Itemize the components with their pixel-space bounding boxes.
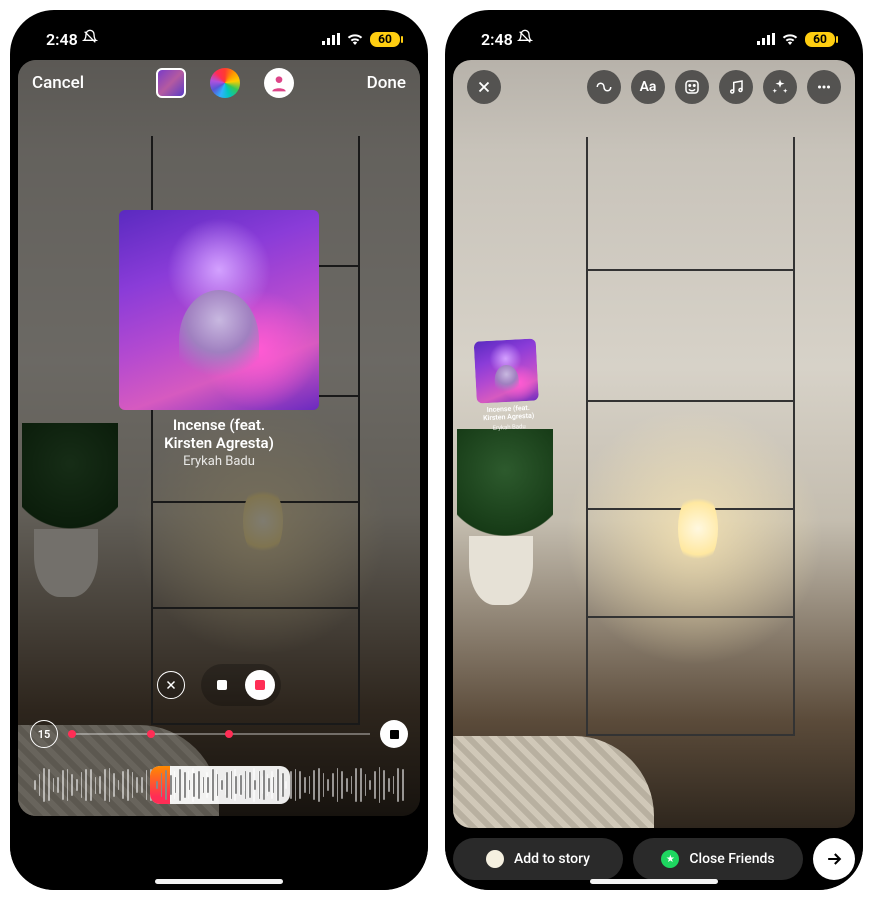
clear-style-button[interactable]: [157, 671, 185, 699]
track-title-line2: Kirsten Agresta): [114, 434, 324, 452]
phone-music-editor: 2:48 60 Cancel: [10, 10, 428, 890]
duration-button[interactable]: 15: [30, 720, 58, 748]
status-bar: 2:48 60: [445, 10, 863, 58]
style-option-a[interactable]: [207, 670, 237, 700]
music-tool-button[interactable]: [719, 70, 753, 104]
album-art: [119, 210, 319, 410]
add-to-story-label: Add to story: [514, 851, 590, 867]
close-button[interactable]: [467, 70, 501, 104]
more-tools-button[interactable]: [807, 70, 841, 104]
waveform-scrubber[interactable]: [30, 762, 408, 808]
album-thumbnail-button[interactable]: [156, 68, 186, 98]
status-time: 2:48: [46, 30, 78, 49]
music-sticker[interactable]: Incense (feat. Kirsten Agresta) Erykah B…: [114, 210, 324, 469]
track-artist: Erykah Badu: [114, 454, 324, 469]
bell-slash-icon: [517, 29, 533, 49]
cancel-button[interactable]: Cancel: [32, 73, 84, 93]
background-photo: [453, 60, 855, 828]
style-option-b[interactable]: [245, 670, 275, 700]
avatar-style-button[interactable]: [264, 68, 294, 98]
sticker-style-toggle: [201, 664, 281, 706]
phone-story-composer: 2:48 60: [445, 10, 863, 890]
color-picker-button[interactable]: [210, 68, 240, 98]
home-indicator: [155, 879, 283, 884]
done-button[interactable]: Done: [367, 73, 406, 93]
effects-tool-button[interactable]: [763, 70, 797, 104]
play-stop-button[interactable]: [380, 720, 408, 748]
battery-indicator: 60: [805, 32, 835, 47]
text-tool-label: Aa: [640, 79, 657, 95]
close-friends-label: Close Friends: [689, 851, 774, 867]
music-controls: 15: [18, 664, 420, 816]
album-art-small: [474, 338, 539, 403]
close-friends-icon: [661, 850, 679, 868]
send-button[interactable]: [813, 838, 855, 880]
waveform-selection[interactable]: [150, 766, 290, 804]
wifi-icon: [781, 30, 799, 49]
cellular-icon: [757, 30, 775, 49]
battery-indicator: 60: [370, 32, 400, 47]
composer-canvas[interactable]: Aa Incense (feat. Kirsten Agresta): [453, 60, 855, 828]
bell-slash-icon: [82, 29, 98, 49]
editor-canvas: Cancel Done Incense (feat. Kirsten Agres…: [18, 60, 420, 816]
share-bar: Add to story Close Friends: [453, 838, 855, 880]
boomerang-icon[interactable]: [587, 70, 621, 104]
track-title-line1: Incense (feat.: [114, 416, 324, 434]
clip-timeline[interactable]: [68, 733, 370, 735]
sticker-tool-button[interactable]: [675, 70, 709, 104]
text-tool-button[interactable]: Aa: [631, 70, 665, 104]
editor-topbar: Cancel Done: [18, 68, 420, 98]
composer-topbar: Aa: [453, 70, 855, 104]
music-sticker-placed[interactable]: Incense (feat. Kirsten Agresta) Erykah B…: [469, 338, 546, 432]
status-time: 2:48: [481, 30, 513, 49]
cellular-icon: [322, 30, 340, 49]
wifi-icon: [346, 30, 364, 49]
close-friends-button[interactable]: Close Friends: [633, 838, 803, 880]
home-indicator: [590, 879, 718, 884]
add-to-story-button[interactable]: Add to story: [453, 838, 623, 880]
status-bar: 2:48 60: [10, 10, 428, 58]
story-avatar-icon: [486, 850, 504, 868]
